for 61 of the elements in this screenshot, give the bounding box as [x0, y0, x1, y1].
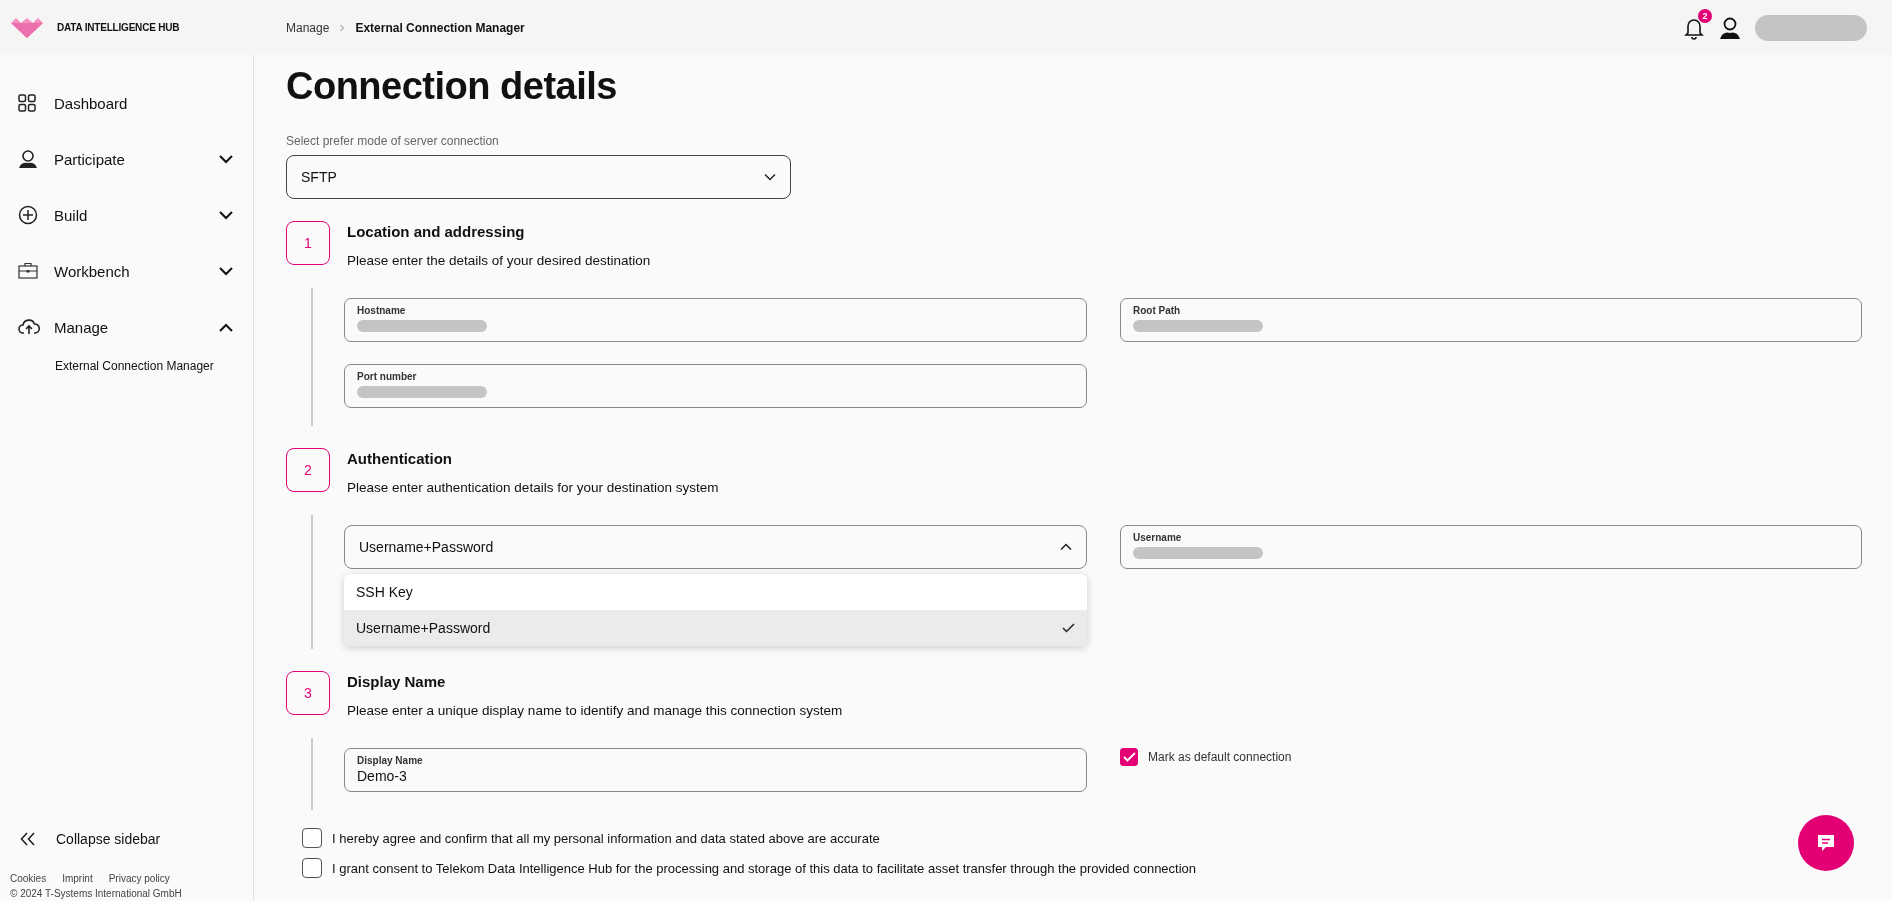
grid-icon — [18, 94, 36, 112]
field-label: Select prefer mode of server connection — [286, 134, 500, 148]
field-label: Port number — [357, 371, 418, 382]
copyright-text: © 2024 T-Systems International GmbH — [9, 887, 183, 899]
breadcrumb-item[interactable]: Manage — [286, 20, 330, 35]
field-label: Username — [1133, 532, 1183, 543]
page-title: Connection details — [286, 65, 618, 108]
auth-method-select[interactable]: Username+Password — [344, 525, 1087, 569]
chat-button[interactable] — [1798, 815, 1854, 871]
field-label: Root Path — [1133, 305, 1182, 316]
text-field[interactable]: Hostname — [344, 298, 1087, 342]
notification-badge: 2 — [1698, 8, 1712, 23]
chevron-up-icon — [1060, 543, 1072, 551]
footer-link[interactable]: Imprint — [62, 873, 93, 884]
footer-link[interactable]: Privacy policy — [108, 873, 170, 884]
sidebar-item[interactable]: Dashboard — [0, 75, 253, 131]
double-chevron-left-icon — [20, 832, 36, 846]
breadcrumb-item: External Connection Manager — [355, 20, 525, 35]
consent-text: I hereby agree and confirm that all my personal information and data stated above are accurate — [332, 830, 880, 846]
text-field[interactable]: Display Name Demo-3 — [344, 748, 1087, 792]
sidebar-item[interactable]: Build — [0, 187, 253, 243]
plus-circle-icon — [18, 205, 38, 225]
step-title: Display Name — [347, 673, 447, 690]
step-description: Please enter a unique display name to identify and manage this connection system — [347, 703, 843, 718]
text-field[interactable]: Username — [1120, 525, 1862, 569]
step-number: 2 — [286, 448, 330, 492]
dropdown-option[interactable]: Username+Password — [344, 610, 1087, 646]
sidebar-subitem[interactable]: External Connection Manager — [0, 355, 253, 373]
sidebar-item[interactable]: Manage — [0, 299, 253, 355]
text-field[interactable]: Port number — [344, 364, 1087, 408]
person-icon — [18, 149, 38, 169]
footer-link[interactable]: Cookies — [10, 873, 47, 884]
checkbox[interactable] — [302, 828, 322, 848]
brand-name: DATA INTELLIGENCE HUB — [57, 22, 180, 33]
field-value: Demo-3 — [357, 768, 408, 784]
briefcase-icon — [18, 262, 38, 280]
step-description: Please enter the details of your desired destination — [347, 253, 651, 268]
logo-icon — [11, 17, 43, 38]
chevron-right-icon — [339, 23, 346, 32]
check-icon — [1062, 623, 1075, 633]
chevron-down-icon — [764, 173, 776, 181]
collapse-sidebar-button[interactable]: Collapse sidebar — [0, 831, 253, 873]
field-label: Display Name — [357, 755, 424, 766]
chat-icon — [1816, 833, 1836, 853]
field-label: Hostname — [357, 305, 407, 316]
step-description: Please enter authentication details for your destination system — [347, 480, 719, 495]
cloud-upload-icon — [18, 318, 40, 336]
checkbox-label: Mark as default connection — [1148, 750, 1292, 764]
sidebar-item[interactable]: Workbench — [0, 243, 253, 299]
connection-mode-select[interactable]: SFTP — [286, 155, 791, 199]
consent-text: I grant consent to Telekom Data Intelligence Hub for the processing and storage of this data to facilitate asset transfer through the provided connection — [332, 860, 1197, 876]
checkbox[interactable] — [1120, 748, 1138, 766]
text-field[interactable]: Root Path — [1120, 298, 1862, 342]
step-title: Location and addressing — [347, 223, 526, 240]
checkbox[interactable] — [302, 858, 322, 878]
step-title: Authentication — [347, 450, 453, 467]
dropdown-option[interactable]: SSH Key — [344, 574, 1087, 610]
user-icon[interactable] — [1719, 15, 1741, 40]
step-number: 1 — [286, 221, 330, 265]
sidebar-item[interactable]: Participate — [0, 131, 253, 187]
step-number: 3 — [286, 671, 330, 715]
